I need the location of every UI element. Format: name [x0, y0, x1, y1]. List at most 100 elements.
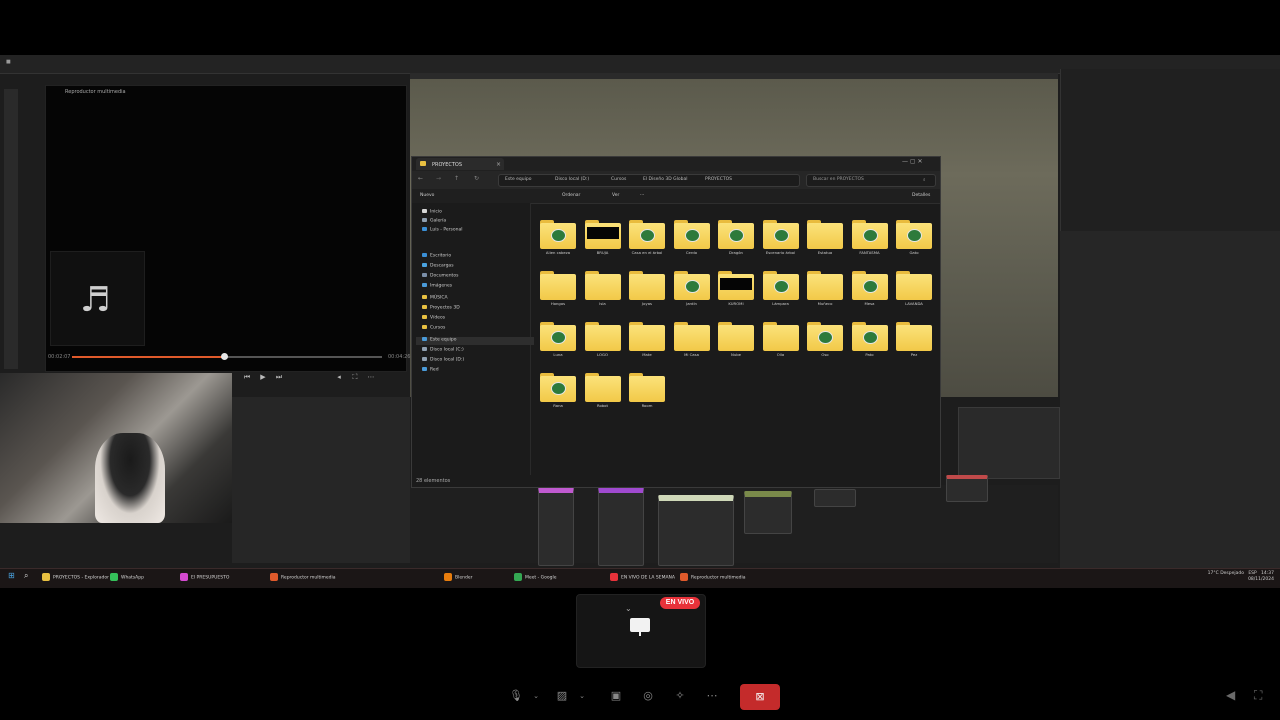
folder-item[interactable]: Cerdo	[670, 217, 714, 267]
folder-item[interactable]: Pato	[848, 319, 892, 369]
nav-item[interactable]: Galería	[422, 218, 446, 226]
node[interactable]	[598, 487, 644, 566]
forward-icon[interactable]: →	[436, 175, 441, 182]
view-button[interactable]: Ver	[612, 193, 619, 198]
folder-item[interactable]: KUROMI	[714, 268, 758, 318]
crumb[interactable]: Cursos	[611, 177, 626, 182]
search-input[interactable]: Buscar en PROYECTOS ⌕	[806, 174, 936, 187]
folder-item[interactable]: Estatua	[803, 217, 847, 267]
folder-item[interactable]: Room	[625, 370, 669, 420]
explorer-tab[interactable]: PROYECTOS ×	[416, 158, 504, 170]
taskbar-app[interactable]: Blender	[444, 573, 472, 583]
back-icon[interactable]: ←	[418, 175, 423, 182]
folder-item[interactable]: Alien cabeza	[536, 217, 580, 267]
node[interactable]	[946, 475, 988, 502]
folder-item[interactable]: Lámpara	[759, 268, 803, 318]
crumb[interactable]: Disco local (D:)	[555, 177, 589, 182]
nav-item[interactable]: Imágenes	[422, 283, 452, 291]
folder-item[interactable]: Robot	[581, 370, 625, 420]
folder-item[interactable]: Isla	[581, 268, 625, 318]
up-icon[interactable]: ↑	[454, 175, 459, 182]
chevron-down-icon[interactable]: ⌄	[574, 688, 590, 704]
folder-item[interactable]: Pez	[892, 319, 936, 369]
folder-item[interactable]: Escenario árbol	[759, 217, 803, 267]
chevron-down-icon[interactable]: ⌄	[528, 688, 544, 704]
folder-item[interactable]: Rana	[536, 370, 580, 420]
folder-item[interactable]: Mi Casa	[670, 319, 714, 369]
nav-item[interactable]: Proyectos 3D	[422, 305, 460, 313]
nav-item[interactable]: Luis - Personal	[422, 227, 463, 235]
taskbar-app[interactable]: WhatsApp	[110, 573, 144, 583]
shader-node-editor[interactable]	[410, 475, 1058, 566]
taskbar-app[interactable]: EN VIVO DE LA SEMANA	[610, 573, 675, 583]
nav-item[interactable]: Red	[422, 367, 439, 375]
seek-handle[interactable]	[220, 353, 228, 360]
folder-item[interactable]: Mesa	[848, 268, 892, 318]
windows-start-icon[interactable]: ⊞	[8, 571, 15, 581]
crumb[interactable]: PROYECTOS	[705, 177, 732, 182]
folder-item[interactable]: Gato	[892, 217, 936, 267]
taskbar-app[interactable]: Reproductor multimedia	[680, 573, 746, 583]
node[interactable]	[658, 495, 734, 566]
crumb[interactable]: El Diseño 3D Global	[643, 177, 688, 182]
nav-item[interactable]: Vídeos	[422, 315, 445, 323]
play-icon[interactable]: ▶	[258, 373, 268, 383]
folder-item[interactable]: Dragón	[714, 217, 758, 267]
taskbar-app[interactable]: Reproductor multimedia	[270, 573, 336, 583]
node[interactable]	[538, 487, 574, 566]
next-icon[interactable]: ⏭	[274, 373, 284, 383]
nav-item[interactable]: Disco local (D:)	[422, 357, 464, 365]
taskbar-app[interactable]: El PRESUPUESTO	[180, 573, 229, 583]
microphone-icon[interactable]: 🎙	[508, 688, 524, 704]
language-indicator[interactable]: ESP	[1248, 571, 1256, 576]
crumb[interactable]: Este equipo	[505, 177, 532, 182]
taskbar-app[interactable]: Meet - Google	[514, 573, 557, 583]
search-icon[interactable]: ⌕	[24, 571, 28, 581]
nav-item[interactable]: Documentos	[422, 273, 458, 281]
folder-item[interactable]: Joyas	[625, 268, 669, 318]
effects-icon[interactable]: ✧	[672, 688, 688, 704]
folder-item[interactable]: Olla	[759, 319, 803, 369]
clock-date[interactable]: 08/11/2024	[1248, 577, 1274, 582]
window-controls[interactable]: — ▢ ✕	[902, 158, 923, 165]
more-button[interactable]: ···	[640, 193, 644, 198]
folder-item[interactable]: Hongos	[536, 268, 580, 318]
folder-item[interactable]: BRUJA	[581, 217, 625, 267]
node[interactable]	[744, 491, 792, 534]
sort-button[interactable]: Ordenar	[562, 193, 580, 198]
nav-item[interactable]: Descargas	[422, 263, 454, 271]
present-icon[interactable]: ▣	[608, 688, 624, 704]
folder-item[interactable]: FANTASMA	[848, 217, 892, 267]
folder-item[interactable]: Nube	[714, 319, 758, 369]
volume-icon[interactable]: ◂	[334, 373, 344, 383]
folder-item[interactable]: Mate	[625, 319, 669, 369]
screen-share-icon[interactable]	[630, 618, 650, 636]
nav-item[interactable]: Escritorio	[422, 253, 451, 261]
fullscreen-icon[interactable]: ⛶	[1254, 688, 1262, 703]
address-input[interactable]: Este equipo Disco local (D:) Cursos El D…	[498, 174, 800, 187]
clock-time[interactable]: 14:37	[1261, 571, 1274, 576]
camera-off-icon[interactable]: ▨	[554, 688, 570, 704]
chevron-down-icon[interactable]: ⌄	[625, 604, 632, 613]
fullscreen-icon[interactable]: ⛶	[350, 373, 360, 383]
nav-item[interactable]: MÚSICA	[422, 295, 448, 303]
folder-item[interactable]: Casa en el árbol	[625, 217, 669, 267]
more-icon[interactable]: ⋯	[366, 373, 376, 383]
folder-item[interactable]: Jardín	[670, 268, 714, 318]
end-call-button[interactable]: ⊠	[740, 684, 780, 710]
folder-item[interactable]: Muñeco	[803, 268, 847, 318]
refresh-icon[interactable]: ↻	[474, 175, 479, 182]
taskbar-app[interactable]: PROYECTOS - Explorador	[42, 573, 109, 583]
details-button[interactable]: Detalles	[912, 193, 930, 198]
folder-item[interactable]: LAVANDA	[892, 268, 936, 318]
nav-item[interactable]: Disco local (C:)	[422, 347, 464, 355]
weather-text[interactable]: 17°C Despejado	[1208, 571, 1244, 576]
nav-item[interactable]: Este equipo	[416, 337, 534, 345]
new-button[interactable]: Nuevo	[420, 193, 434, 198]
close-icon[interactable]: ×	[496, 161, 501, 168]
folder-item[interactable]: Luna	[536, 319, 580, 369]
nav-item[interactable]: Inicio	[422, 209, 442, 217]
more-options-icon[interactable]: ⋯	[704, 688, 720, 704]
folder-item[interactable]: LOGO	[581, 319, 625, 369]
folder-item[interactable]: Oso	[803, 319, 847, 369]
